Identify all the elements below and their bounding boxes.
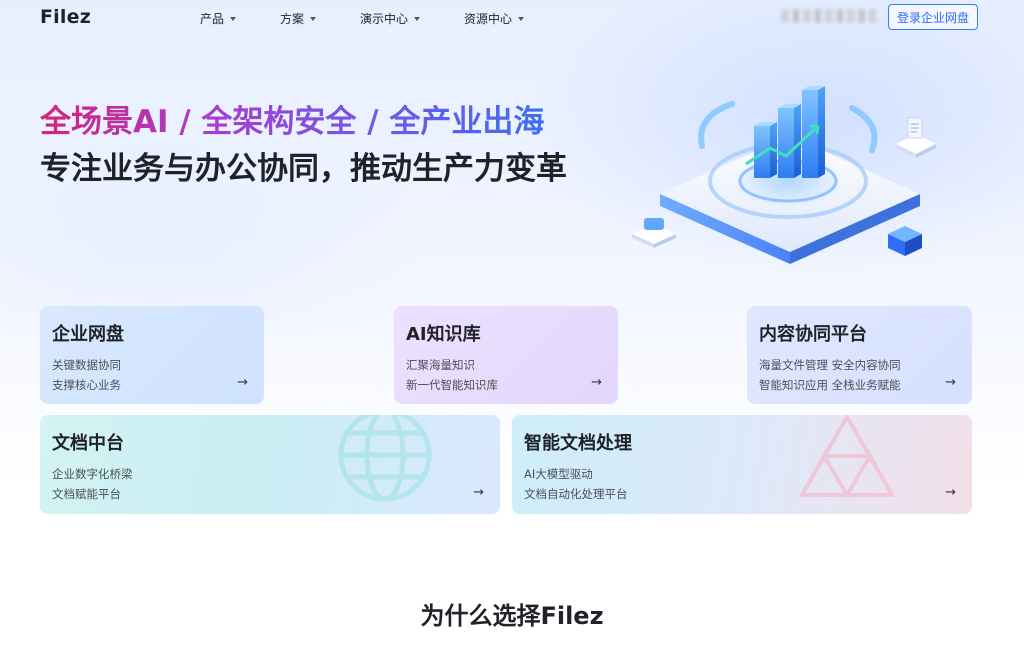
card-desc-line: 关键数据协同 [52, 358, 121, 372]
card-desc-line: 海量文件管理 安全内容协同 [759, 358, 901, 372]
card-desc-line: 文档自动化处理平台 [524, 487, 628, 501]
globe-icon [338, 415, 432, 502]
card-title: 内容协同平台 [759, 324, 867, 345]
nav-item-solutions[interactable]: 方案 [280, 10, 317, 27]
nav-label: 方案 [280, 12, 305, 26]
card-desc-line: AI大模型驱动 [524, 467, 593, 481]
filez-logo[interactable]: Filez [40, 6, 91, 28]
nav-item-products[interactable]: 产品 [200, 10, 237, 27]
nav-label: 资源中心 [464, 12, 513, 26]
card-desc-line: 支撑核心业务 [52, 378, 121, 392]
caret-down-icon [310, 17, 317, 21]
caret-down-icon [518, 17, 525, 21]
document-stack-icon [896, 117, 936, 158]
logo-text: Filez [40, 6, 91, 28]
card-title: 智能文档处理 [524, 433, 632, 454]
caret-down-icon [414, 17, 421, 21]
card-title: AI知识库 [406, 324, 481, 345]
nav-item-resource-center[interactable]: 资源中心 [464, 10, 525, 27]
card-ai-knowledge-base[interactable]: AI知识库 汇聚海量知识 新一代智能知识库 → [394, 306, 618, 404]
card-desc-line: 新一代智能知识库 [406, 378, 498, 392]
why-choose-heading: 为什么选择Filez [420, 602, 604, 630]
caret-down-icon [230, 17, 237, 21]
top-header: Filez 产品 方案 演示中心 资源中心 登录企业网盘 [0, 0, 1024, 36]
nav-item-demo-center[interactable]: 演示中心 [360, 10, 421, 27]
login-enterprise-drive-button[interactable]: 登录企业网盘 [888, 4, 978, 30]
nav-label: 演示中心 [360, 12, 409, 26]
network-triangle-icon [798, 415, 896, 499]
card-desc-line: 智能知识应用 全栈业务赋能 [759, 378, 901, 392]
card-desc-line: 企业数字化桥梁 [52, 467, 133, 481]
card-desc-line: 汇聚海量知识 [406, 358, 475, 372]
hero-headline: 全场景AI / 全架构安全 / 全产业出海 [40, 96, 544, 141]
arrow-right-icon[interactable]: → [591, 375, 602, 390]
main-nav: 产品 方案 演示中心 资源中心 [200, 10, 568, 27]
card-title: 企业网盘 [52, 324, 124, 345]
bar-chart-icon [745, 86, 825, 178]
blurred-contact-info [781, 9, 877, 23]
hero-subheadline: 专注业务与办公协同，推动生产力变革 [40, 151, 567, 187]
cloud-cube-icon [632, 218, 676, 248]
nav-label: 产品 [200, 12, 225, 26]
card-title: 文档中台 [52, 433, 124, 454]
hero-illustration [632, 86, 936, 264]
card-intelligent-document-processing[interactable]: 智能文档处理 AI大模型驱动 文档自动化处理平台 → [512, 415, 972, 514]
arrow-right-icon[interactable]: → [237, 375, 248, 390]
arrow-right-icon[interactable]: → [945, 375, 956, 390]
card-desc-line: 文档赋能平台 [52, 487, 121, 501]
card-content-collaboration[interactable]: 内容协同平台 海量文件管理 安全内容协同 智能知识应用 全栈业务赋能 → [747, 306, 972, 404]
card-enterprise-drive[interactable]: 企业网盘 关键数据协同 支撑核心业务 → [40, 306, 264, 404]
card-document-middle-platform[interactable]: 文档中台 企业数字化桥梁 文档赋能平台 → [40, 415, 500, 514]
arrow-right-icon[interactable]: → [473, 485, 484, 500]
arrow-right-icon[interactable]: → [945, 485, 956, 500]
chip-cube-icon [888, 226, 922, 256]
